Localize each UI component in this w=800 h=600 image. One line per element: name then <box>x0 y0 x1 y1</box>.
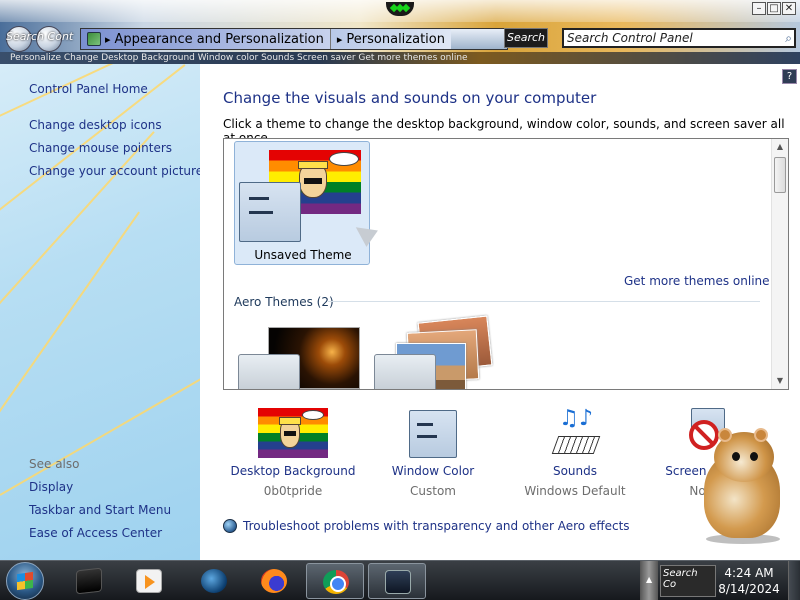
globe-icon <box>223 519 237 533</box>
sidebar-change-mouse-pointers[interactable]: Change mouse pointers <box>29 141 172 155</box>
taskbar-media-player[interactable] <box>120 563 178 599</box>
address-search-button[interactable]: Search <box>504 28 548 48</box>
speech-bubble <box>329 152 359 166</box>
close-button[interactable]: ✕ <box>782 2 796 15</box>
window-titlebar: – □ ✕ Search Cont ▸ Appearance and Perso… <box>0 0 800 64</box>
section-divider <box>328 301 760 302</box>
window-color-icon <box>409 408 457 460</box>
troubleshoot-label: Troubleshoot problems with transparency … <box>243 519 630 533</box>
taskbar: ▲ Search Co 4:24 AM 8/14/2024 <box>0 560 800 600</box>
search-input[interactable]: Search Control Panel ⌕ <box>562 28 796 48</box>
hamster-mascot <box>696 428 788 544</box>
sidebar-display[interactable]: Display <box>29 480 73 494</box>
clock-time: 4:24 AM <box>724 566 774 580</box>
control-panel-icon <box>87 32 101 46</box>
taskbar-chrome[interactable] <box>306 563 364 599</box>
aero-themes-heading: Aero Themes (2) <box>234 295 334 309</box>
maximize-button[interactable]: □ <box>767 2 781 15</box>
address-breadcrumb[interactable]: ▸ Appearance and Personalization ▸ Perso… <box>80 28 508 50</box>
get-more-themes-link[interactable]: Get more themes online <box>624 274 770 288</box>
window-color-tile[interactable]: Window Color Custom <box>368 408 498 498</box>
sidebar: Control Panel Home Change desktop icons … <box>0 64 200 560</box>
globe-app-icon <box>201 569 227 593</box>
scroll-down-icon[interactable]: ▼ <box>772 373 788 389</box>
window-color-label: Window Color <box>391 464 475 478</box>
sounds-icon: ♫ ♪ <box>549 406 601 460</box>
scroll-up-icon[interactable]: ▲ <box>772 139 788 155</box>
see-also-heading: See also <box>29 457 80 471</box>
taskbar-control-panel[interactable] <box>368 563 426 599</box>
search-placeholder: Search Control Panel <box>567 31 693 45</box>
scroll-thumb[interactable] <box>774 157 786 193</box>
theme-scrollbar[interactable]: ▲ ▼ <box>771 139 788 389</box>
window-color-value: Custom <box>410 484 456 498</box>
sidebar-taskbar-start-menu[interactable]: Taskbar and Start Menu <box>29 503 171 517</box>
sidebar-change-desktop-icons[interactable]: Change desktop icons <box>29 118 162 132</box>
decor-ray <box>0 211 140 426</box>
tray-search-thumbnail[interactable]: Search Co <box>660 565 716 597</box>
window-controls: – □ ✕ <box>752 2 796 15</box>
window-color-preview <box>239 182 301 242</box>
sounds-tile[interactable]: ♫ ♪ Sounds Windows Default <box>510 406 640 498</box>
breadcrumb-separator: ▸ <box>336 32 343 46</box>
sounds-value: Windows Default <box>524 484 626 498</box>
desktop-background-tile[interactable]: Desktop Background 0b0tpride <box>228 408 358 498</box>
start-orb-icon[interactable] <box>6 562 44 600</box>
control-panel-window-icon <box>385 570 411 594</box>
taskbar-globe-app[interactable] <box>185 563 243 599</box>
clock-date: 8/14/2024 <box>718 582 780 596</box>
breadcrumb-personalization[interactable]: ▸ Personalization <box>329 29 451 49</box>
sounds-label: Sounds <box>552 464 598 478</box>
menu-strip: Personalize Change Desktop Background Wi… <box>0 52 800 64</box>
sidebar-control-panel-home[interactable]: Control Panel Home <box>29 82 148 96</box>
theme-list[interactable]: Unsaved Theme Get more themes online Aer… <box>223 138 789 390</box>
tray-expand-icon[interactable]: ▲ <box>646 575 652 584</box>
aero-theme-2-window <box>374 354 436 389</box>
desktop-background-icon <box>258 408 328 460</box>
cartoon-face <box>298 161 328 198</box>
sidebar-ease-of-access[interactable]: Ease of Access Center <box>29 526 162 540</box>
help-icon[interactable]: ? <box>782 69 797 84</box>
breadcrumb-separator: ▸ <box>105 32 111 46</box>
unsaved-theme-tile[interactable]: Unsaved Theme <box>234 141 370 265</box>
aero-theme-1-window <box>238 354 300 389</box>
search-icon[interactable]: ⌕ <box>785 30 792 46</box>
unsaved-theme-label: Unsaved Theme <box>254 248 352 262</box>
minimize-button[interactable]: – <box>752 2 766 15</box>
taskbar-clock[interactable]: 4:24 AM 8/14/2024 <box>716 565 782 597</box>
desktop-background-label: Desktop Background <box>230 464 356 478</box>
taskbar-app-1[interactable] <box>60 563 118 599</box>
troubleshoot-link[interactable]: Troubleshoot problems with transparency … <box>223 519 630 533</box>
breadcrumb-label: Personalization <box>346 31 445 47</box>
show-desktop-button[interactable] <box>788 561 800 600</box>
chrome-icon <box>323 570 349 594</box>
page-title: Change the visuals and sounds on your co… <box>223 89 597 107</box>
firefox-icon <box>261 569 287 593</box>
breadcrumb-appearance[interactable]: ▸ Appearance and Personalization <box>81 29 330 49</box>
media-player-icon <box>136 569 162 593</box>
app-window-icon <box>76 567 102 595</box>
taskbar-firefox[interactable] <box>245 563 303 599</box>
decor-ray <box>0 364 200 496</box>
breadcrumb-label: Appearance and Personalization <box>114 31 324 47</box>
sidebar-change-account-picture[interactable]: Change your account picture <box>29 164 200 178</box>
desktop-background-value: 0b0tpride <box>263 484 323 498</box>
search-overlay-text: Search Cont <box>6 30 74 43</box>
